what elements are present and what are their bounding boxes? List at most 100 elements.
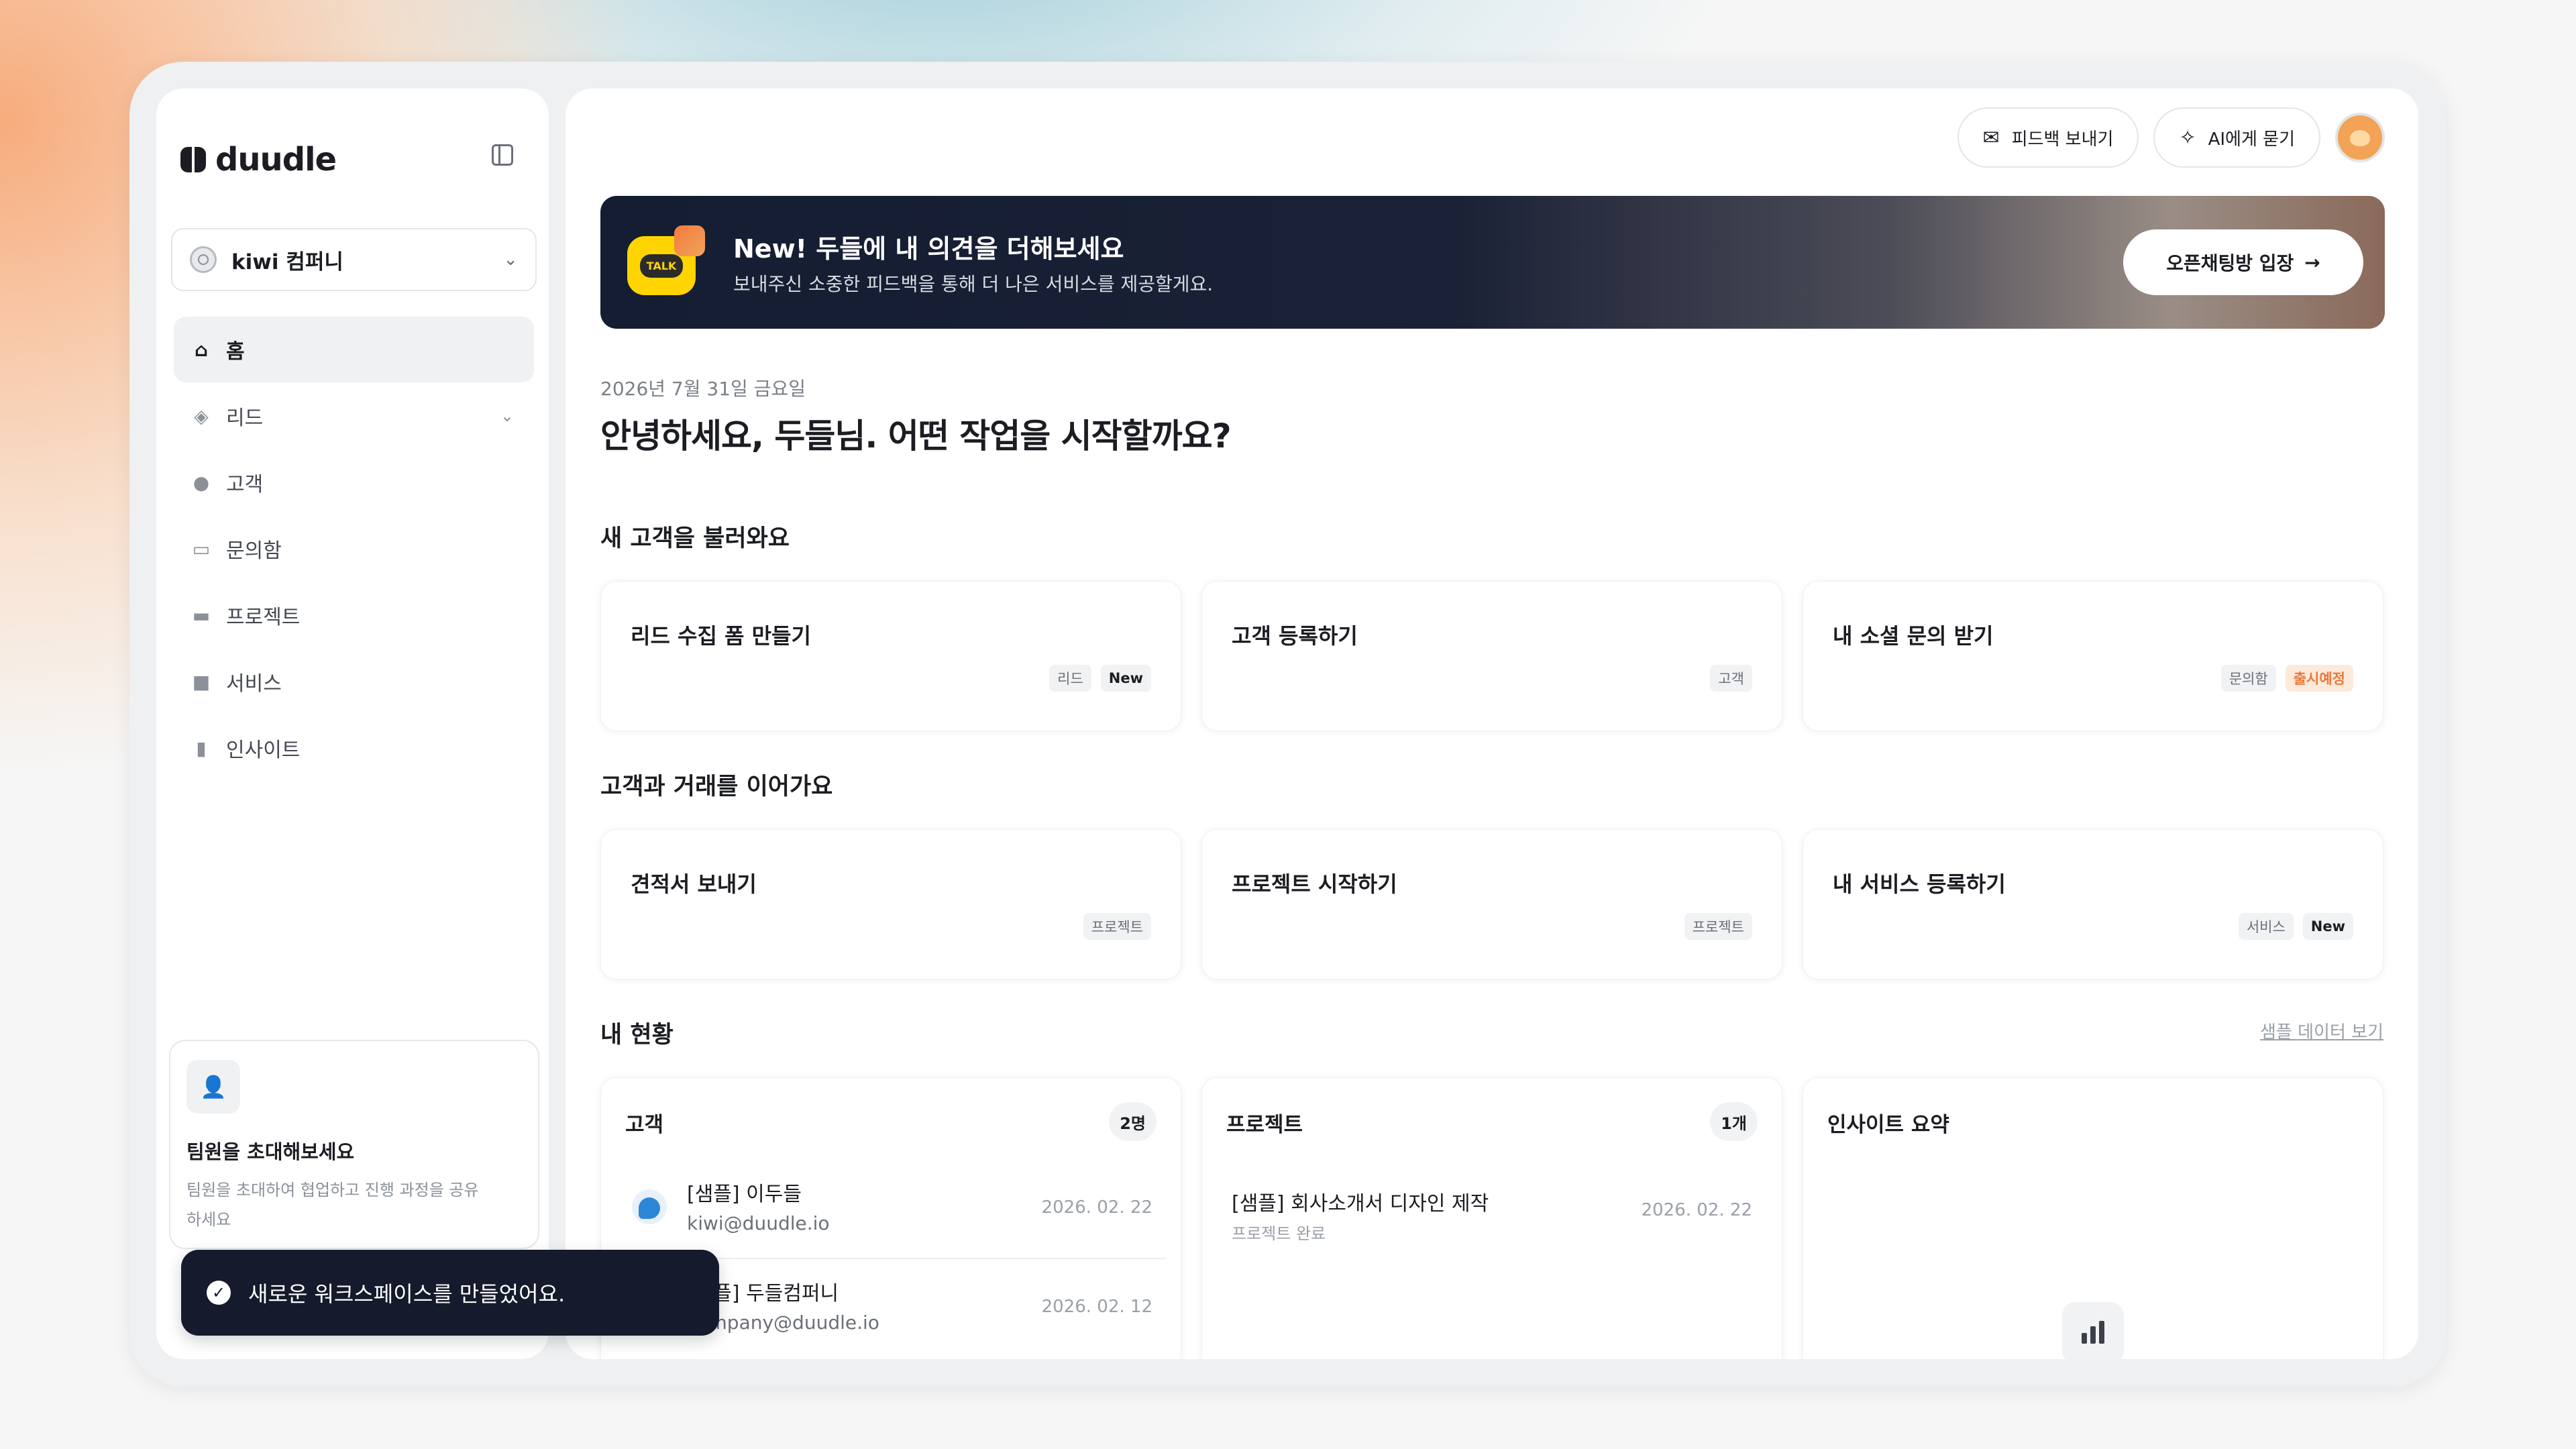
card-title: 인사이트 요약 (1827, 1113, 1949, 1137)
banner-subtitle: 보내주신 소중한 피드백을 통해 더 나은 서비스를 제공할게요. (733, 273, 1214, 295)
card-title: 프로젝트 시작하기 (1232, 871, 1397, 897)
user-avatar[interactable] (2335, 113, 2385, 162)
ask-ai-label: AI에게 묻기 (2208, 129, 2295, 150)
insights-summary-card: 인사이트 요약 (1803, 1077, 2383, 1359)
invite-card[interactable]: 👤 팀원을 초대해보세요 팀원을 초대하여 협업하고 진행 과정을 공유하세요 (169, 1040, 539, 1249)
avatar (632, 1189, 667, 1224)
toast-notification: ✓ 새로운 워크스페이스를 만들었어요. (181, 1250, 719, 1336)
logo[interactable]: duudle (180, 141, 337, 178)
header-actions: ✉ 피드백 보내기 ✧ AI에게 묻기 (1957, 107, 2385, 168)
social-inquiry-card[interactable]: 내 소셜 문의 받기 문의함 출시예정 (1803, 581, 2383, 731)
sidebar-item-label: 인사이트 (226, 739, 301, 762)
ask-ai-button[interactable]: ✧ AI에게 묻기 (2153, 107, 2320, 168)
tag: 고객 (1710, 665, 1752, 692)
invite-title: 팀원을 초대해보세요 (186, 1140, 355, 1163)
project-date: 2026. 02. 22 (1641, 1200, 1752, 1220)
app-window: duudle kiwi 컴퍼니 ⌄ ⌂ 홈 ◈ 리드 ⌄ ● 고객 ▭ 문의함 … (129, 62, 2447, 1387)
card-title: 견적서 보내기 (631, 871, 757, 897)
arrow-right-icon: → (2304, 251, 2320, 274)
sidebar-toggle-icon[interactable] (492, 144, 513, 166)
sidebar-item-leads[interactable]: ◈ 리드 ⌄ (174, 383, 534, 449)
register-service-card[interactable]: 내 서비스 등록하기 서비스 New (1803, 829, 2383, 979)
bar-chart-icon (2062, 1302, 2124, 1359)
customer-date: 2026. 02. 12 (1041, 1297, 1152, 1317)
card-title: 내 서비스 등록하기 (1833, 871, 2006, 897)
sidebar-item-label: 고객 (226, 473, 264, 496)
briefcase-icon: ■ (192, 670, 211, 693)
sidebar-item-label: 리드 (226, 407, 264, 430)
create-lead-form-card[interactable]: 리드 수집 폼 만들기 리드 New (600, 581, 1181, 731)
feedback-banner: TALK New! 두들에 내 의견을 더해보세요 보내주신 소중한 피드백을 … (600, 196, 2385, 329)
sample-data-link[interactable]: 샘플 데이터 보기 (2260, 1018, 2383, 1043)
sidebar-item-label: 프로젝트 (226, 606, 301, 629)
mail-icon: ✉ (1982, 125, 2000, 150)
count-badge: 1개 (1710, 1102, 1758, 1141)
tag: 서비스 (2238, 913, 2294, 940)
section-title: 고객과 거래를 이어가요 (600, 773, 833, 800)
register-customer-card[interactable]: 고객 등록하기 고객 (1201, 581, 1782, 731)
sidebar-item-projects[interactable]: ▬ 프로젝트 (174, 582, 534, 648)
customer-name: [샘플] 이두들 (687, 1183, 802, 1206)
sparkle-wand-icon: ✧ (2179, 125, 2196, 150)
folder-icon: ▬ (192, 604, 211, 627)
coming-soon-badge: 출시예정 (2285, 665, 2353, 692)
start-project-card[interactable]: 프로젝트 시작하기 프로젝트 (1201, 829, 1782, 979)
tag: 문의함 (2220, 665, 2276, 692)
talk-badge-text: TALK (639, 254, 684, 278)
card-title: 고객 (625, 1113, 664, 1137)
card-title: 프로젝트 (1226, 1113, 1303, 1137)
logo-text: duudle (215, 141, 337, 178)
banner-title: New! 두들에 내 의견을 더해보세요 (733, 234, 1124, 264)
check-circle-icon: ✓ (207, 1281, 231, 1305)
logo-icon (180, 147, 206, 172)
page-title: 안녕하세요, 두들님. 어떤 작업을 시작할까요? (600, 417, 1232, 455)
projects-summary-card: 프로젝트 1개 [샘플] 회사소개서 디자인 제작 프로젝트 완료 2026. … (1201, 1077, 1782, 1359)
invite-description: 팀원을 초대하여 협업하고 진행 과정을 공유하세요 (186, 1181, 479, 1229)
section-title: 내 현황 (600, 1022, 674, 1049)
inbox-icon: ▭ (192, 537, 211, 560)
chart-icon: ▮ (196, 737, 207, 759)
sidebar-item-label: 서비스 (226, 672, 282, 696)
sidebar-item-label: 홈 (226, 340, 245, 364)
workspace-name: kiwi 컴퍼니 (231, 250, 343, 274)
project-status: 프로젝트 완료 (1232, 1224, 1326, 1243)
section-title: 새 고객을 불러와요 (600, 525, 790, 552)
tag: 리드 (1049, 665, 1091, 692)
card-title: 리드 수집 폼 만들기 (631, 623, 811, 649)
sidebar-item-label: 문의함 (226, 539, 282, 563)
sidebar: duudle kiwi 컴퍼니 ⌄ ⌂ 홈 ◈ 리드 ⌄ ● 고객 ▭ 문의함 … (156, 89, 549, 1359)
main-content: ✉ 피드백 보내기 ✧ AI에게 묻기 TALK New! 두들에 내 의견을 … (566, 89, 2418, 1359)
add-user-icon: 👤 (186, 1060, 240, 1114)
chevron-down-icon: ⌄ (503, 250, 518, 270)
sidebar-item-home[interactable]: ⌂ 홈 (174, 317, 534, 382)
tag: 프로젝트 (1083, 913, 1151, 940)
current-date: 2026년 7월 31일 금요일 (600, 378, 806, 400)
open-chat-button[interactable]: 오픈채팅방 입장 → (2123, 229, 2363, 295)
home-icon: ⌂ (194, 338, 209, 361)
person-icon: ● (193, 471, 210, 494)
sidebar-item-insights[interactable]: ▮ 인사이트 (174, 715, 534, 781)
new-badge: New (2302, 913, 2353, 940)
feedback-button[interactable]: ✉ 피드백 보내기 (1957, 107, 2139, 168)
card-title: 내 소셜 문의 받기 (1833, 623, 1994, 649)
list-item[interactable]: [샘플] 이두들 kiwi@duudle.io 2026. 02. 22 (617, 1160, 1166, 1259)
new-badge: New (1100, 665, 1151, 692)
count-badge: 2명 (1109, 1102, 1157, 1141)
workspace-selector[interactable]: kiwi 컴퍼니 ⌄ (171, 228, 537, 291)
send-quote-card[interactable]: 견적서 보내기 프로젝트 (600, 829, 1181, 979)
tag-icon: ◈ (194, 405, 209, 427)
customer-date: 2026. 02. 22 (1041, 1197, 1152, 1218)
card-title: 고객 등록하기 (1232, 623, 1358, 649)
toast-message: 새로운 워크스페이스를 만들었어요. (248, 1281, 566, 1307)
workspace-avatar (190, 246, 217, 273)
kakaotalk-icon: TALK (627, 225, 708, 306)
feedback-label: 피드백 보내기 (2011, 129, 2114, 150)
chevron-down-icon[interactable]: ⌄ (500, 407, 514, 425)
tag: 프로젝트 (1684, 913, 1752, 940)
sidebar-nav: ⌂ 홈 ◈ 리드 ⌄ ● 고객 ▭ 문의함 ▬ 프로젝트 ■ 서비스 ▮ 인사이… (174, 317, 534, 782)
sidebar-item-inbox[interactable]: ▭ 문의함 (174, 516, 534, 582)
sidebar-item-services[interactable]: ■ 서비스 (174, 649, 534, 714)
customer-email: kiwi@duudle.io (687, 1212, 830, 1234)
sidebar-item-customers[interactable]: ● 고객 (174, 449, 534, 515)
project-name[interactable]: [샘플] 회사소개서 디자인 제작 (1232, 1187, 1489, 1216)
